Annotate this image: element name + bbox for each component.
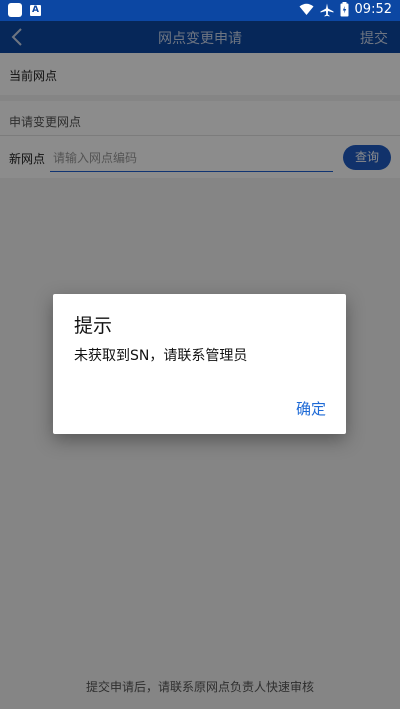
alert-dialog: 提示 未获取到SN，请联系管理员 确定 xyxy=(53,294,346,434)
status-time: 09:52 xyxy=(354,2,392,17)
battery-icon xyxy=(340,2,349,17)
wifi-icon xyxy=(299,3,314,15)
notification-square-icon xyxy=(8,3,22,17)
dialog-message: 未获取到SN，请联系管理员 xyxy=(74,348,248,364)
dialog-title: 提示 xyxy=(74,315,113,337)
airplane-icon xyxy=(320,3,334,16)
confirm-button[interactable]: 确定 xyxy=(296,398,326,419)
status-bar: A 09:52 xyxy=(0,0,400,21)
a-badge-icon: A xyxy=(30,5,41,16)
